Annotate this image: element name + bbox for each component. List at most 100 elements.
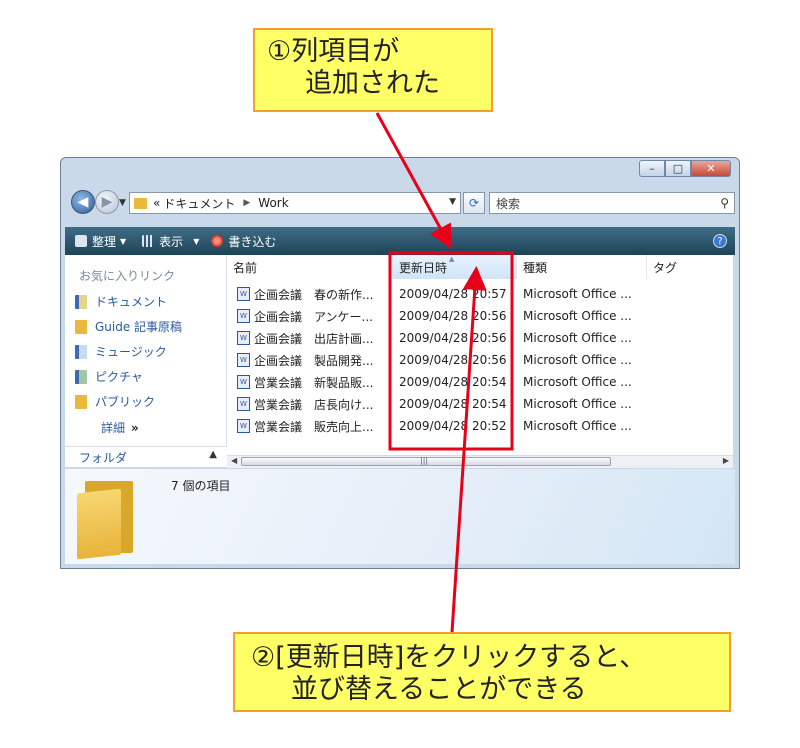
nav-item-label: Guide 記事原稿 xyxy=(95,320,183,334)
chevron-up-icon: ▲ xyxy=(209,449,217,460)
title-bar: – □ ✕ xyxy=(61,158,739,184)
file-name: 営業会議 店長向け... xyxy=(254,397,374,412)
column-header-type[interactable]: 種類 xyxy=(517,255,647,279)
nav-item-label: ドキュメント xyxy=(95,295,168,309)
file-row[interactable]: W 企画会議 出店計画... 2009/04/28 20:56 Microsoft… xyxy=(227,327,733,349)
file-name: 営業会議 販売向上... xyxy=(254,419,374,434)
file-row[interactable]: W 企画会議 製品開発... 2009/04/28 20:56 Microsoft… xyxy=(227,349,733,371)
command-toolbar: 整理 ▼ 表示 ▼ 書き込む ? xyxy=(65,227,735,255)
organize-button[interactable]: 整理 ▼ xyxy=(75,233,126,250)
column-header-name[interactable]: 名前 xyxy=(227,255,393,279)
search-input[interactable]: 検索 ⚲ xyxy=(489,192,735,214)
file-row[interactable]: W 営業会議 店長向け... 2009/04/28 20:54 Microsoft… xyxy=(227,393,733,415)
folders-toggle[interactable]: フォルダ ▲ xyxy=(65,446,227,467)
file-list: 名前 更新日時 ▲ 種類 タグ W 企画会議 春の新作... 2009/04/28… xyxy=(227,255,733,467)
folder-icon xyxy=(77,477,135,560)
folder-icon xyxy=(134,197,147,209)
column-label: 名前 xyxy=(233,260,258,275)
more-links[interactable]: 詳細 » xyxy=(101,419,139,436)
window-controls: – □ ✕ xyxy=(639,160,731,177)
close-button[interactable]: ✕ xyxy=(691,160,731,177)
burn-button[interactable]: 書き込む xyxy=(211,233,276,250)
pictures-icon xyxy=(75,369,87,384)
minimize-icon: – xyxy=(649,162,655,175)
back-button[interactable]: ◀ xyxy=(71,190,95,214)
address-dropdown-icon[interactable]: ▼ xyxy=(449,197,456,207)
history-dropdown-icon[interactable]: ▼ xyxy=(119,198,126,208)
callout-added-line1: ①列項目が xyxy=(267,36,400,67)
word-document-icon: W xyxy=(237,309,250,323)
file-modified: 2009/04/28 20:54 xyxy=(399,397,507,411)
horizontal-scrollbar[interactable]: ◀ ||| ▶ xyxy=(227,455,733,468)
breadcrumb-separator-icon[interactable]: ▶ xyxy=(243,198,250,208)
file-type: Microsoft Office ... xyxy=(523,309,632,323)
minimize-button[interactable]: – xyxy=(639,160,665,177)
breadcrumb-work[interactable]: Work xyxy=(258,196,288,210)
documents-icon xyxy=(75,294,87,309)
forward-button[interactable]: ▶ xyxy=(95,190,119,214)
file-type: Microsoft Office ... xyxy=(523,287,632,301)
column-label: タグ xyxy=(653,260,678,275)
explorer-window: – □ ✕ ◀ ▶ ▼ « ドキュメント ▶ Work ▼ ⟳ 検索 ⚲ 整理 … xyxy=(60,157,740,569)
item-count: 7 個の項目 xyxy=(171,479,231,493)
close-icon: ✕ xyxy=(706,162,716,175)
address-bar[interactable]: « ドキュメント ▶ Work ▼ xyxy=(129,192,461,214)
file-row[interactable]: W 企画会議 春の新作... 2009/04/28 20:57 Microsoft… xyxy=(227,283,733,305)
nav-item-pictures[interactable]: ピクチャ xyxy=(75,368,143,385)
breadcrumb-overflow[interactable]: « xyxy=(153,196,160,210)
callout-sort-line1: ②[更新日時]をクリックすると、 xyxy=(251,642,647,673)
more-links-label: 詳細 xyxy=(101,421,126,435)
help-icon[interactable]: ? xyxy=(713,234,727,248)
sort-indicator-icon: ▲ xyxy=(449,255,455,263)
file-type: Microsoft Office ... xyxy=(523,419,632,433)
search-placeholder: 検索 xyxy=(496,196,521,211)
file-name: 営業会議 新製品販... xyxy=(254,375,374,390)
file-row[interactable]: W 企画会議 アンケー... 2009/04/28 20:56 Microsoft… xyxy=(227,305,733,327)
file-name: 企画会議 出店計画... xyxy=(254,331,374,346)
view-label: 表示 xyxy=(159,234,184,249)
word-document-icon: W xyxy=(237,353,250,367)
word-document-icon: W xyxy=(237,419,250,433)
file-type: Microsoft Office ... xyxy=(523,397,632,411)
nav-item-label: ピクチャ xyxy=(95,370,143,384)
file-modified: 2009/04/28 20:52 xyxy=(399,419,507,433)
file-row[interactable]: W 営業会議 新製品販... 2009/04/28 20:54 Microsoft… xyxy=(227,371,733,393)
maximize-button[interactable]: □ xyxy=(665,160,691,177)
maximize-icon: □ xyxy=(672,162,684,175)
file-type: Microsoft Office ... xyxy=(523,331,632,345)
column-header-tags[interactable]: タグ xyxy=(647,255,733,279)
nav-item-music[interactable]: ミュージック xyxy=(75,343,167,360)
file-modified: 2009/04/28 20:57 xyxy=(399,287,507,301)
column-header-modified[interactable]: 更新日時 ▲ xyxy=(393,255,517,279)
forward-arrow-icon: ▶ xyxy=(101,194,113,210)
file-name: 企画会議 春の新作... xyxy=(254,287,374,302)
view-button[interactable]: 表示 ▼ xyxy=(142,233,199,250)
nav-item-public[interactable]: パブリック xyxy=(75,393,155,410)
nav-item-label: パブリック xyxy=(95,395,156,409)
scroll-left-icon[interactable]: ◀ xyxy=(231,456,237,465)
address-row: ◀ ▶ ▼ « ドキュメント ▶ Work ▼ ⟳ 検索 ⚲ xyxy=(67,188,735,218)
burn-disc-icon xyxy=(211,235,224,247)
folder-icon xyxy=(75,319,87,334)
file-modified: 2009/04/28 20:56 xyxy=(399,309,507,323)
file-type: Microsoft Office ... xyxy=(523,353,632,367)
chevron-down-icon: ▼ xyxy=(193,236,200,246)
column-label: 種類 xyxy=(523,260,548,275)
scrollbar-thumb[interactable]: ||| xyxy=(241,456,611,466)
breadcrumb-documents[interactable]: ドキュメント xyxy=(163,195,235,212)
nav-item-label: ミュージック xyxy=(95,345,167,359)
nav-item-documents[interactable]: ドキュメント xyxy=(75,293,167,310)
file-modified: 2009/04/28 20:56 xyxy=(399,353,507,367)
file-modified: 2009/04/28 20:54 xyxy=(399,375,507,389)
callout-sort-hint: ②[更新日時]をクリックすると、 並び替えることができる xyxy=(233,632,731,712)
file-type: Microsoft Office ... xyxy=(523,375,632,389)
file-row[interactable]: W 営業会議 販売向上... 2009/04/28 20:52 Microsoft… xyxy=(227,415,733,437)
file-modified: 2009/04/28 20:56 xyxy=(399,331,507,345)
column-label: 更新日時 xyxy=(399,260,448,275)
search-icon[interactable]: ⚲ xyxy=(720,196,729,210)
word-document-icon: W xyxy=(237,397,250,411)
refresh-button[interactable]: ⟳ xyxy=(463,192,485,214)
nav-item-guide[interactable]: Guide 記事原稿 xyxy=(75,318,182,335)
scroll-right-icon[interactable]: ▶ xyxy=(723,456,729,465)
file-name: 企画会議 アンケー... xyxy=(254,309,373,324)
